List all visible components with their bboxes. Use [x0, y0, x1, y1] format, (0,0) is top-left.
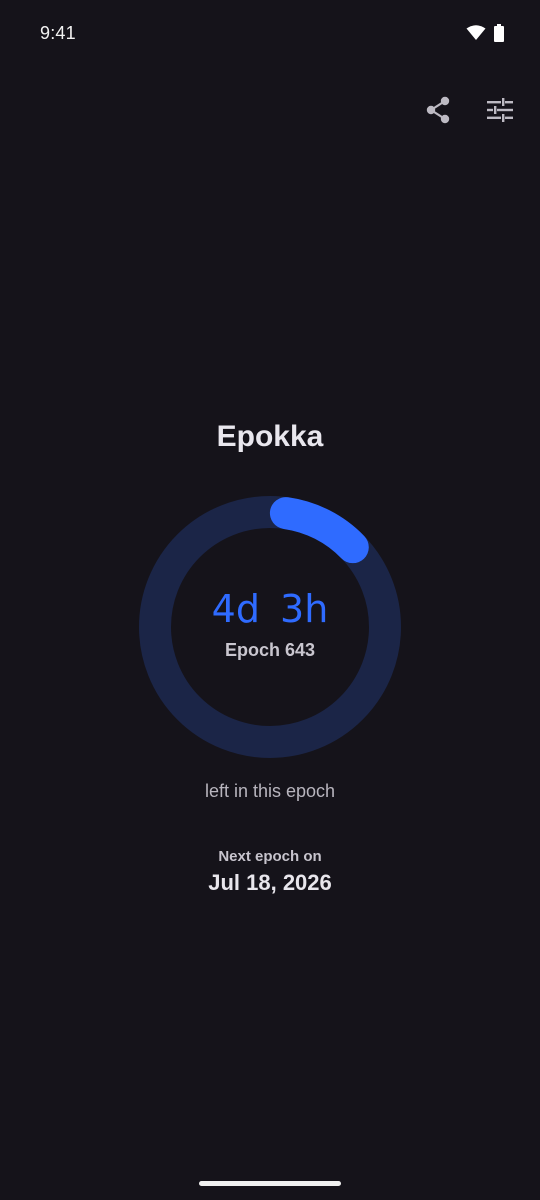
- app-title: Epokka: [216, 420, 324, 453]
- time-left-caption: left in this epoch: [204, 781, 336, 801]
- home-indicator[interactable]: [199, 1181, 341, 1186]
- top-actions: [418, 92, 520, 132]
- next-epoch-date: Jul 18, 2026: [208, 870, 332, 895]
- share-button[interactable]: [418, 92, 458, 132]
- tune-icon: [487, 97, 513, 127]
- wifi-icon: [466, 25, 486, 46]
- next-epoch-caption: Next epoch on: [218, 848, 322, 865]
- share-icon: [425, 96, 451, 129]
- epoch-number: Epoch 643: [224, 640, 316, 660]
- settings-button[interactable]: [480, 92, 520, 132]
- time-left-value: 4d 3h: [211, 587, 329, 631]
- status-time: 9:41: [40, 23, 76, 43]
- battery-icon: [494, 24, 504, 47]
- status-bar: 9:41: [0, 0, 540, 68]
- status-icons: [466, 24, 504, 47]
